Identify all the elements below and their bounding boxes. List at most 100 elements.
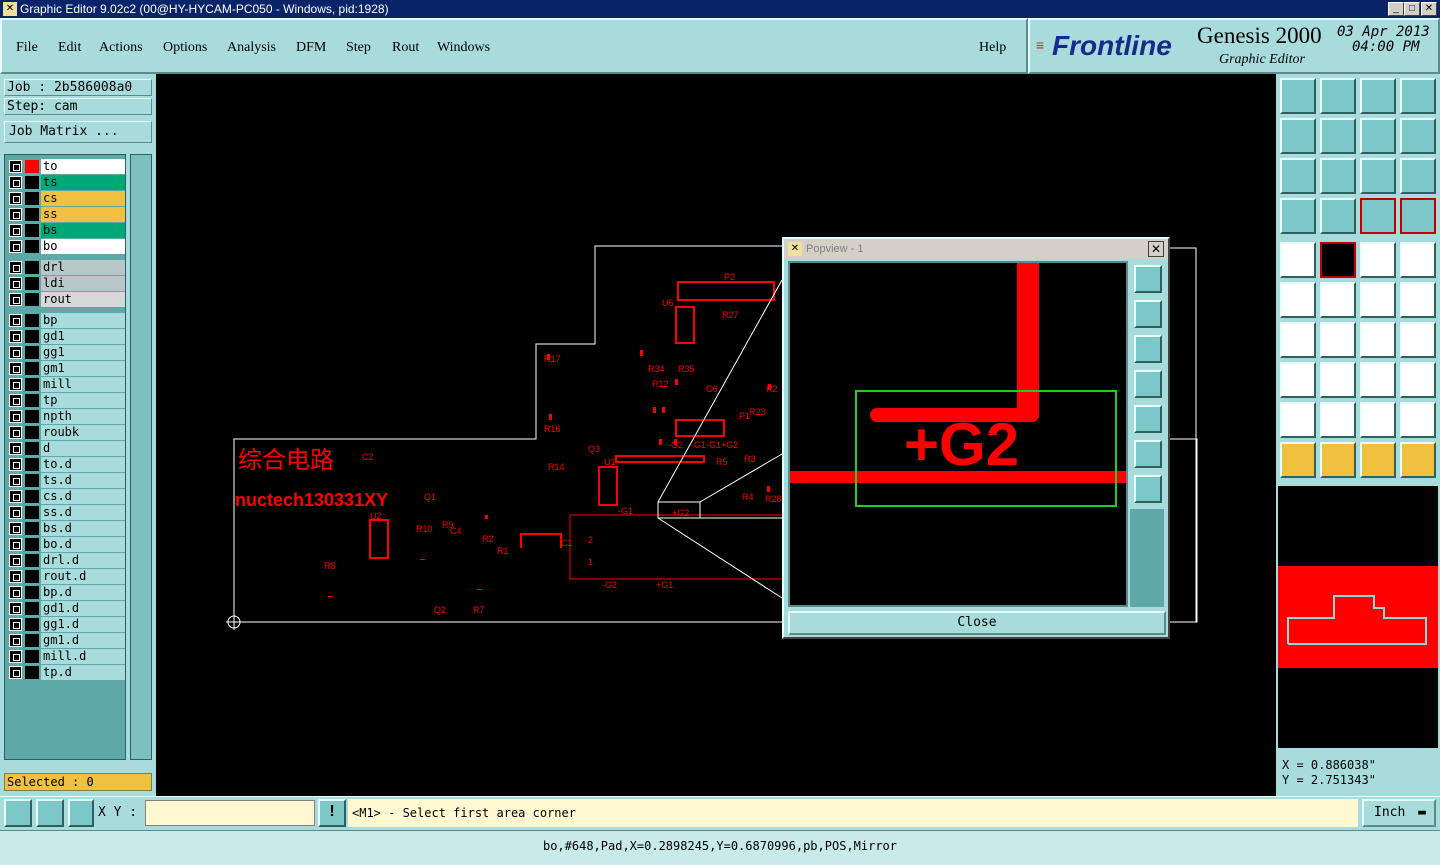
layer-checkbox[interactable] [9, 240, 22, 253]
layer-checkbox[interactable] [9, 490, 22, 503]
pan-down-icon[interactable] [1320, 78, 1356, 114]
connect-a-icon[interactable] [1360, 198, 1396, 234]
menu-step[interactable]: Step [346, 40, 371, 56]
menu-actions[interactable]: Actions [99, 40, 143, 56]
layer-row-bo-d[interactable]: bo.d [7, 537, 125, 552]
layer-checkbox[interactable] [9, 442, 22, 455]
grid-view-icon[interactable] [1320, 198, 1356, 234]
layer-row-npth[interactable]: npth [7, 409, 125, 424]
layer-checkbox[interactable] [9, 362, 22, 375]
connect-b-icon[interactable] [1400, 198, 1436, 234]
menu-help[interactable]: Help [979, 40, 1006, 56]
pad-move-icon[interactable] [1280, 362, 1316, 398]
scale-ratio-icon[interactable] [1360, 158, 1396, 194]
zoom-fit-icon[interactable] [1280, 158, 1316, 194]
select-cursor-icon[interactable] [1360, 442, 1396, 478]
route-move-icon[interactable] [1360, 282, 1396, 318]
layer-checkbox[interactable] [9, 634, 22, 647]
layer-row-gd1[interactable]: gd1 [7, 329, 125, 344]
ruler-icon[interactable] [1360, 242, 1396, 278]
menu-dfm[interactable]: DFM [296, 40, 326, 56]
angle-tool-icon[interactable] [1280, 322, 1316, 358]
shape-tool-icon[interactable] [1400, 362, 1436, 398]
layer-checkbox[interactable] [9, 554, 22, 567]
layer-row-gm1[interactable]: gm1 [7, 361, 125, 376]
pan-left-icon[interactable] [1280, 118, 1316, 154]
layer-checkbox[interactable] [9, 586, 22, 599]
route-add-icon[interactable] [1400, 282, 1436, 318]
net-select-icon[interactable] [1400, 442, 1436, 478]
layer-row-bs[interactable]: bs [7, 223, 125, 238]
layer-row-to[interactable]: to [7, 159, 125, 174]
layer-row-rout-d[interactable]: rout.d [7, 569, 125, 584]
layer-row-gm1-d[interactable]: gm1.d [7, 633, 125, 648]
layer-checkbox[interactable] [9, 224, 22, 237]
layer-row-cs[interactable]: cs [7, 191, 125, 206]
triangle-c-icon[interactable] [1360, 402, 1396, 438]
overview-map[interactable] [1278, 486, 1438, 748]
layer-checkbox[interactable] [9, 176, 22, 189]
minimize-button[interactable]: _ [1388, 2, 1404, 16]
pointer-icon[interactable] [1280, 442, 1316, 478]
select-box-icon[interactable] [1320, 442, 1356, 478]
layer-checkbox[interactable] [9, 208, 22, 221]
layer-checkbox[interactable] [9, 378, 22, 391]
xy-input[interactable] [145, 800, 315, 826]
layer-checkbox[interactable] [9, 314, 22, 327]
grid-icon[interactable] [68, 799, 94, 827]
measure-tool-icon[interactable] [1280, 198, 1316, 234]
zoom-fit-icon[interactable] [36, 799, 64, 827]
popview-pan-left-button[interactable] [1134, 370, 1162, 398]
layer-row-bp-d[interactable]: bp.d [7, 585, 125, 600]
flip-tool-icon[interactable] [1400, 322, 1436, 358]
line-split-icon[interactable] [1320, 362, 1356, 398]
layer-row-ss[interactable]: ss [7, 207, 125, 222]
units-selector[interactable]: Inch ▬ [1362, 799, 1436, 827]
layer-row-gd1-d[interactable]: gd1.d [7, 601, 125, 616]
popview-canvas[interactable]: +G2 [788, 261, 1128, 607]
layer-row-cs-d[interactable]: cs.d [7, 489, 125, 504]
popview-pan-down-button[interactable] [1134, 335, 1162, 363]
job-matrix-button[interactable]: Job Matrix ... [4, 121, 152, 143]
popview-zoom-in-button[interactable] [1134, 265, 1162, 293]
close-window-button[interactable]: ✕ [1421, 2, 1437, 16]
node-tool-icon[interactable] [1280, 282, 1316, 318]
step-repeat-icon[interactable] [1400, 118, 1436, 154]
layer-row-gg1[interactable]: gg1 [7, 345, 125, 360]
layer-checkbox[interactable] [9, 160, 22, 173]
layer-row-roubk[interactable]: roubk [7, 425, 125, 440]
layer-row-bp[interactable]: bp [7, 313, 125, 328]
layer-row-drl[interactable]: drl [7, 260, 125, 275]
layer-checkbox[interactable] [9, 458, 22, 471]
layer-row-d[interactable]: d [7, 441, 125, 456]
menu-file[interactable]: File [16, 40, 38, 56]
layer-row-ts[interactable]: ts [7, 175, 125, 190]
layer-row-bs-d[interactable]: bs.d [7, 521, 125, 536]
layer-checkbox[interactable] [9, 346, 22, 359]
line-tool-icon[interactable] [1320, 322, 1356, 358]
popview-zoom-out-button[interactable] [1134, 475, 1162, 503]
layer-checkbox[interactable] [9, 618, 22, 631]
layer-checkbox[interactable] [9, 261, 22, 274]
alert-icon[interactable]: ! [318, 799, 346, 827]
help-query-icon[interactable] [1400, 158, 1436, 194]
layer-row-mill[interactable]: mill [7, 377, 125, 392]
pan-right-icon[interactable] [1320, 118, 1356, 154]
layer-checkbox[interactable] [9, 293, 22, 306]
move-feature-icon[interactable] [1280, 242, 1316, 278]
layer-checkbox[interactable] [9, 650, 22, 663]
popview-fit-button[interactable] [1134, 440, 1162, 468]
layer-checkbox[interactable] [9, 394, 22, 407]
menu-analysis[interactable]: Analysis [227, 40, 276, 56]
popview-pan-up-button[interactable] [1134, 300, 1162, 328]
layout-icon[interactable] [1400, 78, 1436, 114]
dimension-icon[interactable] [1360, 362, 1396, 398]
maximize-button[interactable]: □ [1404, 2, 1420, 16]
layer-checkbox[interactable] [9, 506, 22, 519]
layer-row-drl-d[interactable]: drl.d [7, 553, 125, 568]
layer-scrollbar[interactable] [130, 154, 152, 760]
arc-tool-icon[interactable] [1360, 322, 1396, 358]
popview-close-icon[interactable]: ✕ [1148, 241, 1164, 257]
menu-rout[interactable]: Rout [392, 40, 419, 56]
layer-checkbox[interactable] [9, 330, 22, 343]
